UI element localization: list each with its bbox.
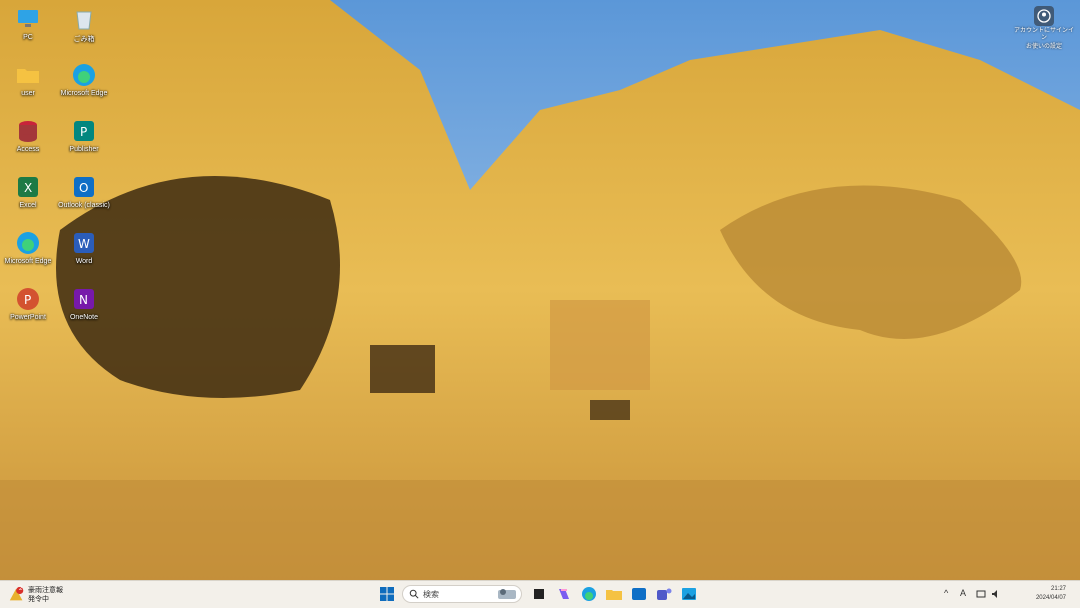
word-icon: W [74, 233, 94, 253]
clock-date: 2024/04/07 [1035, 595, 1066, 601]
folder-icon [17, 69, 39, 83]
weather-alert-icon [9, 586, 24, 601]
recycle-bin-icon [76, 11, 92, 30]
file-explorer-icon[interactable] [605, 585, 623, 603]
desktop-icon-edge-2[interactable]: Microsoft Edge [0, 230, 56, 265]
desktop-icon-label: ごみ箱 [73, 36, 95, 43]
desktop-icon-label: Publisher [69, 146, 99, 153]
desktop-icon-publisher[interactable]: P Publisher [56, 118, 112, 153]
desktop-icon-recycle-bin[interactable]: ごみ箱 [56, 6, 112, 44]
taskbar-search-box[interactable]: 検索 [402, 585, 522, 603]
account-label-line2: お使いの設定 [1025, 44, 1062, 50]
outlook-icon[interactable] [630, 585, 648, 603]
desktop-icon-pc[interactable]: PC [0, 6, 56, 41]
weather-badge: 2 [19, 586, 23, 592]
desktop-icon-label: Outlook (classic) [58, 202, 110, 209]
desktop-icon-powerpoint[interactable]: P PowerPoint [0, 286, 56, 321]
desktop-icon-onenote[interactable]: N OneNote [56, 286, 112, 321]
excel-icon: X [18, 177, 38, 197]
desktop-icon-label: Microsoft Edge [4, 258, 52, 265]
clock[interactable]: 21:27 2024/04/07 [1036, 585, 1066, 603]
start-icon[interactable] [378, 585, 396, 603]
taskbar: 2 豪雨注意報 発令中 検索 ^ A 21:27 2024/04/07 [0, 580, 1080, 608]
desktop-icon-outlook[interactable]: O Outlook (classic) [56, 174, 112, 209]
input-method-icon[interactable]: A [960, 588, 966, 598]
desktop-wallpaper [0, 0, 1080, 580]
system-tray: ^ A 21:27 2024/04/07 [934, 581, 1074, 608]
user-icon [1034, 6, 1054, 26]
search-placeholder: 検索 [423, 590, 439, 599]
monitor-icon [18, 10, 38, 27]
account-label-line1: アカウントにサインイン [1014, 28, 1075, 41]
access-icon [19, 121, 37, 142]
desktop-icon-label: OneNote [69, 314, 99, 321]
svg-text:P: P [24, 293, 31, 307]
search-icon [409, 589, 419, 599]
publisher-icon: P [74, 121, 94, 141]
svg-text:W: W [78, 237, 90, 251]
clock-time: 21:27 [1050, 586, 1066, 592]
chevron-up-icon[interactable]: ^ [944, 588, 948, 598]
desktop-icon-label: Microsoft Edge [60, 90, 108, 97]
desktop-icon-label: PowerPoint [10, 314, 46, 321]
svg-text:P: P [80, 125, 87, 139]
weather-subtitle: 発令中 [28, 596, 49, 603]
account-widget[interactable]: アカウントにサインイン お使いの設定 [1014, 6, 1074, 51]
desktop-icon-access[interactable]: Access [0, 118, 56, 153]
network-icon[interactable] [976, 589, 986, 599]
desktop-icon-edge[interactable]: Microsoft Edge [56, 62, 112, 97]
weather-title: 豪雨注意報 [28, 587, 63, 594]
edge-icon [73, 64, 95, 86]
powerpoint-icon: P [17, 288, 39, 310]
teams-icon[interactable] [655, 585, 673, 603]
edge-icon[interactable] [580, 585, 598, 603]
volume-icon[interactable] [991, 589, 1001, 599]
svg-text:X: X [24, 181, 32, 195]
desktop-icon-excel[interactable]: X Excel [0, 174, 56, 209]
copilot-icon[interactable] [555, 585, 573, 603]
edge-icon [17, 232, 39, 254]
desktop-icon-label: PC [23, 34, 33, 41]
search-highlight-icon [498, 589, 516, 599]
outlook-icon: O [74, 177, 94, 197]
desktop-icon-label: user [21, 90, 35, 97]
desktop-icon-label: Excel [19, 202, 37, 209]
svg-text:O: O [79, 181, 88, 195]
desktop-icon-user[interactable]: user [0, 62, 56, 97]
desktop-icon-label: Access [16, 146, 40, 153]
photos-icon[interactable] [680, 585, 698, 603]
onenote-icon: N [74, 289, 94, 309]
desktop-icon-word[interactable]: W Word [56, 230, 112, 265]
desktop-icon-label: Word [75, 258, 93, 265]
svg-text:N: N [79, 293, 88, 307]
task-view-icon[interactable] [530, 585, 548, 603]
